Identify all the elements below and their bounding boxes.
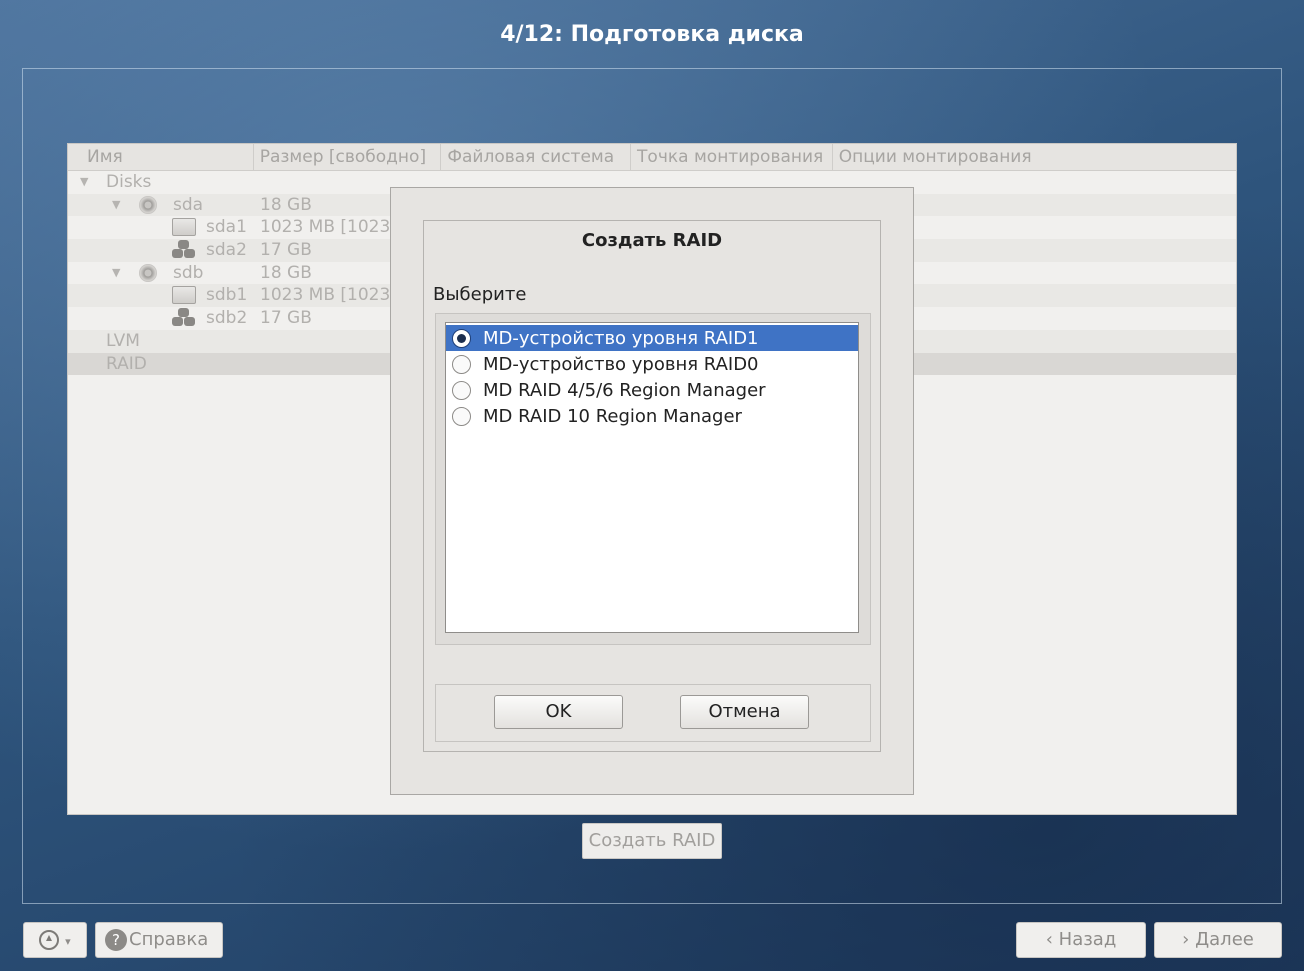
lvm-volume-icon [172,308,196,328]
row-size: 17 GB [260,240,312,261]
lvm-volume-icon [172,240,196,260]
menu-button[interactable]: ▾ [23,922,87,958]
row-name: sda1 [206,217,247,238]
create-raid-button[interactable]: Создать RAID [582,823,722,859]
expander-down-icon[interactable]: ▼ [80,171,88,193]
row-name: sda2 [206,240,247,261]
disk-icon [139,195,157,214]
row-name: sdb2 [206,308,248,329]
row-size: 18 GB [260,262,312,283]
help-icon: ? [105,929,127,951]
row-size: 18 GB [260,194,312,215]
next-button[interactable]: › Далее [1154,922,1282,958]
option-label: MD RAID 10 Region Manager [483,405,742,427]
radio-icon[interactable] [452,406,471,426]
ok-button[interactable]: OK [494,695,623,729]
radio-selected-icon[interactable] [452,328,471,348]
partition-icon [172,286,196,305]
partition-icon [172,218,196,237]
dropdown-icon: ▾ [65,935,71,948]
row-name: Disks [106,172,152,192]
column-name[interactable]: Имя [68,144,254,170]
row-size: 1023 MB [1023 [260,285,391,306]
row-name: RAID [106,353,147,374]
column-mountpoint[interactable]: Точка монтирования [631,144,833,170]
row-size: 17 GB [260,308,312,329]
option-raid10[interactable]: MD RAID 10 Region Manager [446,403,858,429]
raid-type-list[interactable]: MD-устройство уровня RAID1 MD-устройство… [445,322,859,633]
option-label: MD-устройство уровня RAID0 [483,353,759,375]
column-filesystem[interactable]: Файловая система [441,144,632,170]
disk-icon [139,263,157,282]
chevron-right-icon: › [1182,929,1190,950]
row-name: LVM [106,330,140,351]
expander-down-icon[interactable]: ▼ [112,194,120,216]
back-label: Назад [1058,929,1117,950]
cancel-button[interactable]: Отмена [680,695,809,729]
expander-down-icon[interactable]: ▼ [112,262,120,284]
back-button[interactable]: ‹ Назад [1016,922,1146,958]
help-label: Справка [129,929,209,950]
radio-icon[interactable] [452,380,471,400]
window-title: 4/12: Подготовка диска [500,22,804,47]
help-button[interactable]: ? Справка [95,922,223,958]
dialog-title: Создать RAID [581,230,723,251]
option-raid1[interactable]: MD-устройство уровня RAID1 [446,325,858,351]
next-label: Далее [1195,929,1254,950]
radio-icon[interactable] [452,354,471,374]
option-raid0[interactable]: MD-устройство уровня RAID0 [446,351,858,377]
tree-header: Имя Размер [свободно] Файловая система Т… [68,144,1236,171]
column-size[interactable]: Размер [свободно] [254,144,442,170]
option-raid456[interactable]: MD RAID 4/5/6 Region Manager [446,377,858,403]
row-name: sdb1 [206,285,248,306]
row-size: 1023 MB [1023 [260,217,391,238]
row-name: sda [173,194,204,215]
column-mount-options[interactable]: Опции монтирования [833,144,1236,170]
row-name: sdb [173,262,204,283]
up-arrow-icon [39,930,60,950]
choose-label: Выберите [433,284,527,305]
option-label: MD-устройство уровня RAID1 [483,327,759,349]
chevron-left-icon: ‹ [1045,929,1053,950]
option-label: MD RAID 4/5/6 Region Manager [483,379,766,401]
